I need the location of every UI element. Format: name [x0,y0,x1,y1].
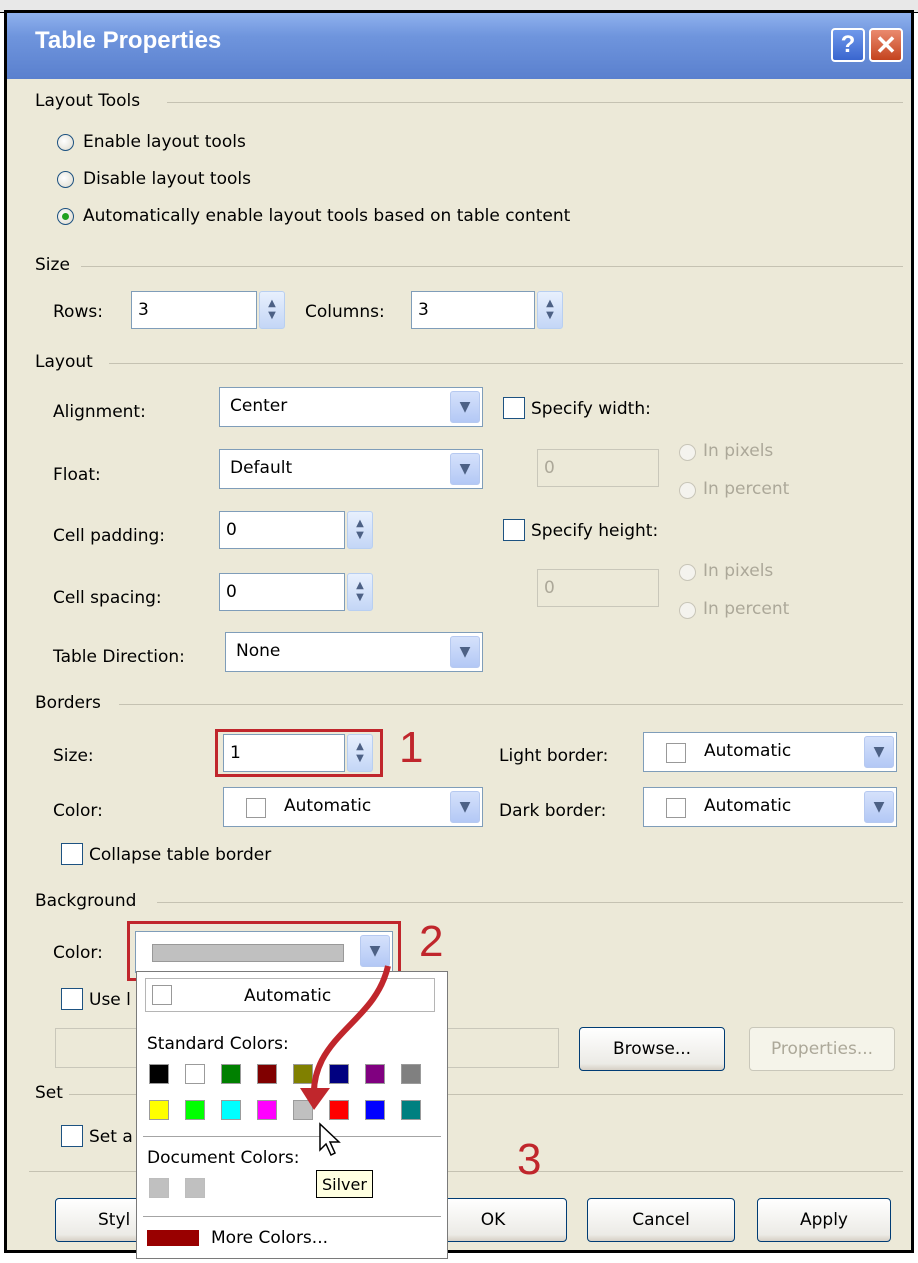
annotation-arrow [300,965,391,1110]
arrow-head [300,1088,330,1110]
color-tooltip: Silver [316,1170,373,1198]
mouse-cursor-icon [319,1122,341,1157]
